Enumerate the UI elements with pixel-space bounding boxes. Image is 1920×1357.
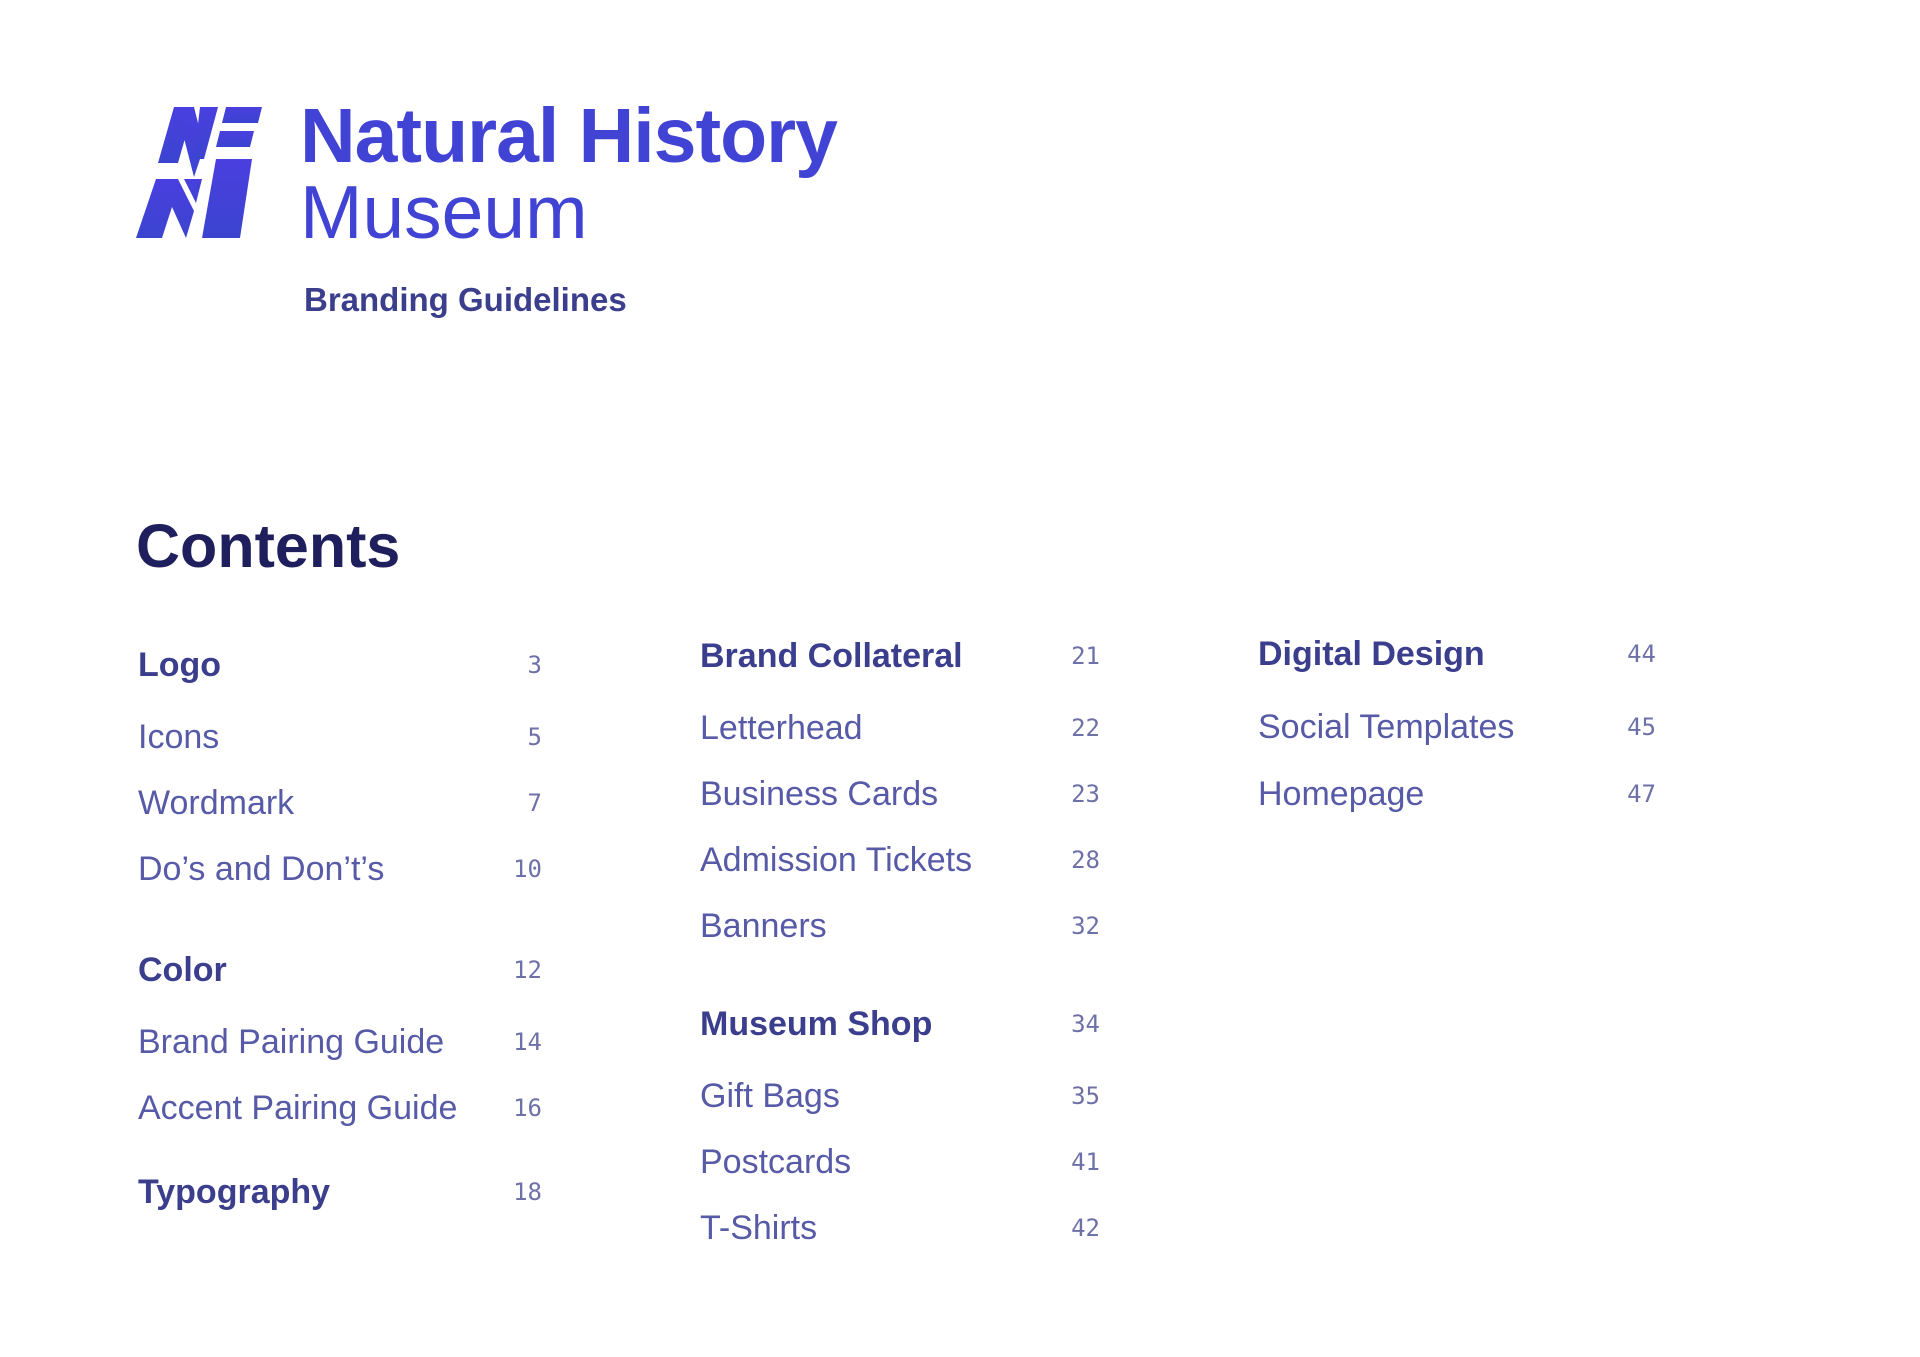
toc-page-number: 42 [1071, 1214, 1100, 1242]
brand-subtitle: Museum [300, 170, 588, 254]
toc-label: Logo [138, 646, 222, 684]
toc-page-number: 14 [513, 1028, 542, 1056]
toc-label: Postcards [700, 1143, 852, 1181]
toc-label: Wordmark [138, 784, 295, 822]
toc-page-number: 5 [527, 723, 542, 751]
toc-page-number: 45 [1627, 713, 1656, 741]
toc-page-number: 10 [513, 855, 542, 883]
toc-label: Digital Design [1258, 635, 1485, 673]
toc-label: Social Templates [1258, 708, 1515, 746]
toc-label: Brand Pairing Guide [138, 1023, 445, 1061]
toc-page-number: 18 [513, 1178, 542, 1206]
toc-label: Gift Bags [700, 1077, 840, 1115]
toc-label: Typography [138, 1173, 331, 1211]
contents-heading: Contents [136, 512, 401, 580]
toc-label: T-Shirts [700, 1209, 818, 1247]
toc-label: Accent Pairing Guide [138, 1089, 458, 1127]
toc-page-number: 16 [513, 1094, 542, 1122]
toc-label: Museum Shop [700, 1005, 933, 1043]
toc-label: Admission Tickets [700, 841, 973, 879]
toc-label: Color [138, 951, 227, 989]
toc-label: Brand Collateral [700, 637, 963, 675]
toc-page-number: 3 [527, 651, 542, 679]
toc-page-number: 22 [1071, 714, 1100, 742]
toc-page-number: 35 [1071, 1082, 1100, 1110]
toc-page-number: 23 [1071, 780, 1100, 808]
toc-page-number: 44 [1627, 640, 1656, 668]
toc-label: Do’s and Don’t’s [138, 850, 385, 888]
toc-page-number: 41 [1071, 1148, 1100, 1176]
toc-page-number: 28 [1071, 846, 1100, 874]
brand-title: Natural History [300, 93, 838, 179]
toc-label: Homepage [1258, 775, 1425, 813]
toc-label: Icons [138, 718, 220, 756]
nhm-monogram-icon [136, 107, 262, 238]
toc-page-number: 47 [1627, 780, 1656, 808]
toc-label: Banners [700, 907, 827, 945]
document-title: Branding Guidelines [304, 281, 627, 318]
toc-page-number: 7 [527, 789, 542, 817]
toc-page-number: 32 [1071, 912, 1100, 940]
toc-page-number: 21 [1071, 642, 1100, 670]
toc-page-number: 12 [513, 956, 542, 984]
toc-page-number: 34 [1071, 1010, 1100, 1038]
toc-label: Letterhead [700, 709, 863, 747]
toc-label: Business Cards [700, 775, 939, 813]
